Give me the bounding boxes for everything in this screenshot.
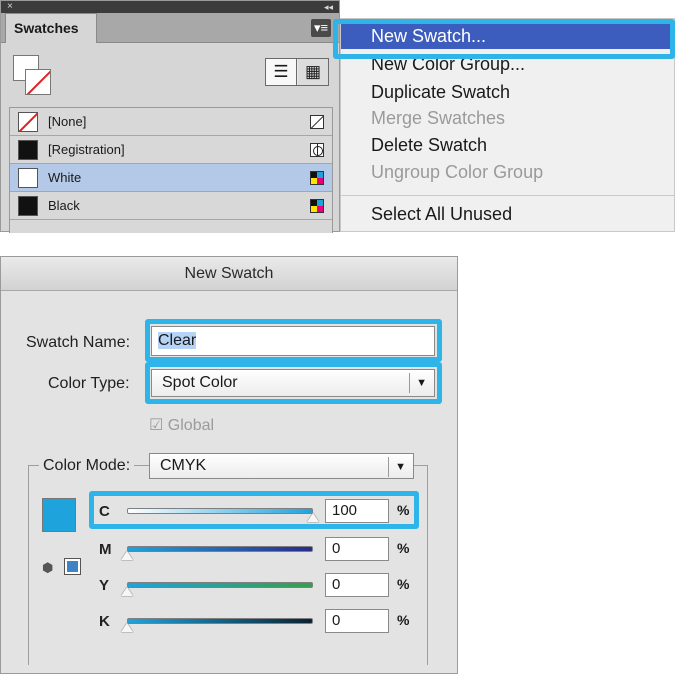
slider-thumb[interactable] bbox=[121, 623, 133, 632]
slider-row-m: M 0 % bbox=[99, 537, 419, 565]
process-color-icon bbox=[310, 199, 324, 213]
callout-frame-color-type bbox=[145, 362, 442, 404]
out-of-gamut-cube-icon[interactable]: ⬢ bbox=[42, 560, 53, 576]
swatch-chip bbox=[18, 112, 38, 132]
stroke-swatch[interactable] bbox=[25, 69, 51, 95]
grid-view-icon[interactable]: ▦ bbox=[298, 59, 328, 85]
fill-stroke-proxy[interactable] bbox=[13, 55, 55, 97]
slider-row-k: K 0 % bbox=[99, 609, 419, 637]
slider-label: K bbox=[99, 613, 110, 630]
slider-track[interactable] bbox=[127, 582, 313, 588]
slider-value-field[interactable]: 0 bbox=[325, 609, 389, 633]
menu-separator bbox=[341, 195, 674, 196]
swatch-chip bbox=[18, 140, 38, 160]
dropdown-arrow-icon: ▼ bbox=[395, 461, 406, 473]
percent-label: % bbox=[397, 540, 410, 556]
slider-thumb[interactable] bbox=[121, 551, 133, 560]
process-color-icon bbox=[310, 171, 324, 185]
slider-row-y: Y 0 % bbox=[99, 573, 419, 601]
panel-titlebar: × ◂◂ bbox=[1, 1, 339, 13]
swatch-row-white[interactable]: White bbox=[10, 164, 332, 192]
new-swatch-dialog: New Swatch Swatch Name: Clear Color Type… bbox=[0, 256, 458, 674]
close-icon[interactable]: × bbox=[7, 1, 13, 13]
swatch-list: [None] [Registration] White Black bbox=[9, 107, 333, 233]
slider-thumb[interactable] bbox=[121, 587, 133, 596]
menu-item-duplicate-swatch[interactable]: Duplicate Swatch bbox=[341, 79, 674, 105]
percent-label: % bbox=[397, 576, 410, 592]
swatch-label: [None] bbox=[48, 114, 87, 129]
view-toggle: ☰ ▦ bbox=[265, 58, 329, 86]
color-mode-dropdown[interactable]: CMYK ▼ bbox=[149, 453, 414, 479]
color-type-label: Color Type: bbox=[48, 375, 130, 392]
color-mode-value: CMYK bbox=[160, 457, 207, 474]
color-mode-label: Color Mode: bbox=[39, 457, 135, 475]
slider-value-field[interactable]: 0 bbox=[325, 573, 389, 597]
dialog-title: New Swatch bbox=[1, 257, 457, 291]
callout-frame-cyan-slider bbox=[89, 491, 419, 529]
slider-value-field[interactable]: 0 bbox=[325, 537, 389, 561]
panel-tab-bar: Swatches ▾≡ bbox=[1, 13, 339, 43]
tab-swatches[interactable]: Swatches bbox=[5, 13, 97, 43]
dropdown-divider bbox=[388, 457, 389, 477]
menu-item-merge-swatches[interactable]: Merge Swatches bbox=[341, 105, 674, 131]
menu-item-delete-swatch[interactable]: Delete Swatch bbox=[341, 132, 674, 158]
swatch-label: [Registration] bbox=[48, 142, 125, 157]
slider-label: M bbox=[99, 541, 112, 558]
swatches-panel: × ◂◂ Swatches ▾≡ ☰ ▦ [None] [Registratio… bbox=[0, 0, 340, 233]
menu-item-select-all-unused[interactable]: Select All Unused bbox=[341, 201, 674, 227]
color-preview-swatch bbox=[42, 498, 76, 532]
none-icon bbox=[310, 115, 324, 129]
collapse-icon[interactable]: ◂◂ bbox=[324, 1, 333, 13]
web-safe-swatch-icon[interactable] bbox=[64, 558, 81, 575]
slider-track[interactable] bbox=[127, 546, 313, 552]
swatch-chip bbox=[18, 168, 38, 188]
swatch-row-black[interactable]: Black bbox=[10, 192, 332, 220]
swatch-name-label: Swatch Name: bbox=[26, 334, 131, 351]
registration-icon bbox=[310, 143, 324, 157]
swatch-row-none[interactable]: [None] bbox=[10, 108, 332, 136]
callout-frame-new-swatch bbox=[333, 19, 675, 59]
menu-item-ungroup-color-group[interactable]: Ungroup Color Group bbox=[341, 159, 674, 185]
swatch-label: White bbox=[48, 170, 82, 185]
percent-label: % bbox=[397, 612, 410, 628]
global-checkbox[interactable]: ☑ Global bbox=[149, 415, 214, 435]
panel-menu-icon[interactable]: ▾≡ bbox=[311, 19, 331, 37]
swatch-label: Black bbox=[48, 198, 80, 213]
swatch-chip bbox=[18, 196, 38, 216]
swatch-row-registration[interactable]: [Registration] bbox=[10, 136, 332, 164]
callout-frame-swatch-name bbox=[145, 319, 442, 362]
slider-label: Y bbox=[99, 577, 110, 594]
list-view-icon[interactable]: ☰ bbox=[266, 59, 297, 85]
slider-track[interactable] bbox=[127, 618, 313, 624]
